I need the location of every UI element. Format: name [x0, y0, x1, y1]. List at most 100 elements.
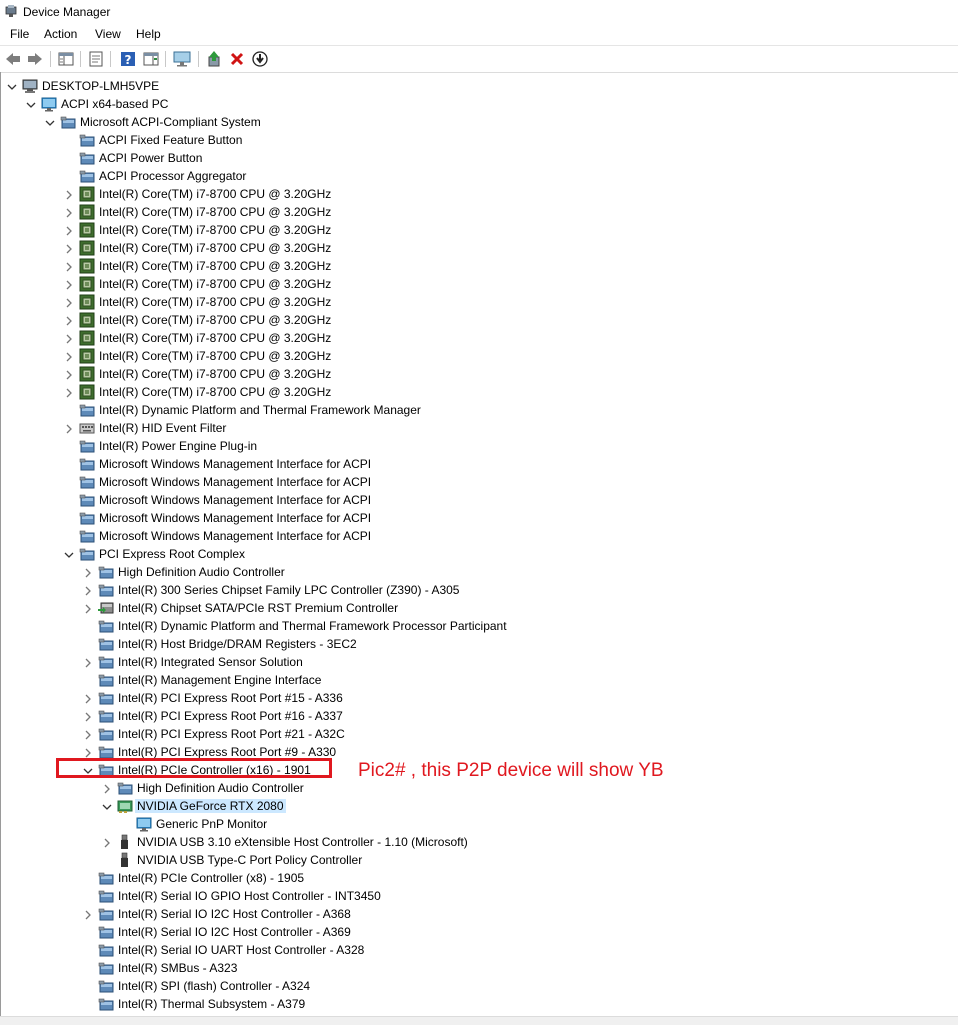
tree-node[interactable]: Intel(R) Host Bridge/DRAM Registers - 3E…: [1, 635, 901, 653]
tree-node[interactable]: Microsoft Windows Management Interface f…: [1, 455, 901, 473]
tree-node-label[interactable]: Intel(R) Core(TM) i7-8700 CPU @ 3.20GHz: [99, 367, 331, 381]
tree-node[interactable]: Intel(R) Core(TM) i7-8700 CPU @ 3.20GHz: [1, 311, 901, 329]
tree-node[interactable]: NVIDIA USB Type-C Port Policy Controller: [1, 851, 901, 869]
tree-node[interactable]: Intel(R) Core(TM) i7-8700 CPU @ 3.20GHz: [1, 221, 901, 239]
tree-node[interactable]: Intel(R) Dynamic Platform and Thermal Fr…: [1, 401, 901, 419]
tree-node[interactable]: Intel(R) Thermal Subsystem - A379: [1, 995, 901, 1013]
tree-node[interactable]: Intel(R) Core(TM) i7-8700 CPU @ 3.20GHz: [1, 275, 901, 293]
tree-node-label[interactable]: Intel(R) Serial IO GPIO Host Controller …: [118, 889, 381, 903]
tree-node-label[interactable]: Intel(R) Core(TM) i7-8700 CPU @ 3.20GHz: [99, 313, 331, 327]
chevron-right-icon[interactable]: [64, 369, 74, 380]
chevron-right-icon[interactable]: [83, 711, 93, 722]
tree-node-label[interactable]: Intel(R) Serial IO I2C Host Controller -…: [118, 907, 351, 921]
tree-node[interactable]: Intel(R) HID Event Filter: [1, 419, 901, 437]
tree-node-label[interactable]: Intel(R) Integrated Sensor Solution: [118, 655, 303, 669]
tree-node[interactable]: Intel(R) SMBus - A323: [1, 959, 901, 977]
tree-node[interactable]: ACPI Processor Aggregator: [1, 167, 901, 185]
tree-node-label[interactable]: ACPI Processor Aggregator: [99, 169, 246, 183]
tree-node-label[interactable]: Intel(R) PCI Express Root Port #21 - A32…: [118, 727, 345, 741]
tree-node[interactable]: Intel(R) Core(TM) i7-8700 CPU @ 3.20GHz: [1, 257, 901, 275]
tree-node-label[interactable]: Intel(R) Serial IO I2C Host Controller -…: [118, 925, 351, 939]
tree-node[interactable]: Intel(R) PCI Express Root Port #16 - A33…: [1, 707, 901, 725]
chevron-right-icon[interactable]: [64, 333, 74, 344]
chevron-right-icon[interactable]: [64, 189, 74, 200]
disable-device-icon[interactable]: [251, 50, 269, 68]
tree-node-label[interactable]: Intel(R) SPI (flash) Controller - A324: [118, 979, 310, 993]
tree-node[interactable]: Intel(R) Core(TM) i7-8700 CPU @ 3.20GHz: [1, 365, 901, 383]
tree-node[interactable]: Intel(R) PCI Express Root Port #15 - A33…: [1, 689, 901, 707]
tree-node[interactable]: Intel(R) Core(TM) i7-8700 CPU @ 3.20GHz: [1, 347, 901, 365]
chevron-right-icon[interactable]: [64, 207, 74, 218]
show-hide-console-tree-icon[interactable]: [57, 50, 75, 68]
tree-node-label[interactable]: ACPI x64-based PC: [61, 97, 168, 111]
tree-node-label[interactable]: Intel(R) HID Event Filter: [99, 421, 226, 435]
tree-node[interactable]: Microsoft ACPI-Compliant System: [1, 113, 901, 131]
chevron-down-icon[interactable]: [26, 99, 36, 109]
tree-node-label[interactable]: Intel(R) Core(TM) i7-8700 CPU @ 3.20GHz: [99, 331, 331, 345]
tree-node-label[interactable]: High Definition Audio Controller: [118, 565, 285, 579]
tree-node-label[interactable]: Intel(R) Chipset SATA/PCIe RST Premium C…: [118, 601, 398, 615]
tree-node-label[interactable]: Intel(R) Core(TM) i7-8700 CPU @ 3.20GHz: [99, 241, 331, 255]
tree-node-label[interactable]: Intel(R) Core(TM) i7-8700 CPU @ 3.20GHz: [99, 277, 331, 291]
tree-node-label[interactable]: Microsoft ACPI-Compliant System: [80, 115, 261, 129]
tree-node-label[interactable]: Intel(R) 300 Series Chipset Family LPC C…: [118, 583, 459, 597]
tree-node-label[interactable]: Intel(R) Host Bridge/DRAM Registers - 3E…: [118, 637, 357, 651]
tree-node[interactable]: Intel(R) Power Engine Plug-in: [1, 437, 901, 455]
properties-icon[interactable]: [87, 50, 105, 68]
tree-node-label[interactable]: Intel(R) SMBus - A323: [118, 961, 237, 975]
chevron-right-icon[interactable]: [64, 243, 74, 254]
tree-node[interactable]: PCI Express Root Complex: [1, 545, 901, 563]
chevron-down-icon[interactable]: [45, 117, 55, 127]
chevron-right-icon[interactable]: [83, 909, 93, 920]
chevron-right-icon[interactable]: [102, 837, 112, 848]
tree-node-label[interactable]: DESKTOP-LMH5VPE: [42, 79, 159, 93]
menu-file[interactable]: File: [10, 27, 29, 41]
chevron-right-icon[interactable]: [64, 279, 74, 290]
uninstall-device-icon[interactable]: [228, 50, 246, 68]
tree-node-label[interactable]: Microsoft Windows Management Interface f…: [99, 493, 371, 507]
tree-node[interactable]: Intel(R) Management Engine Interface: [1, 671, 901, 689]
chevron-right-icon[interactable]: [64, 297, 74, 308]
tree-node[interactable]: NVIDIA GeForce RTX 2080: [1, 797, 901, 815]
help-icon[interactable]: ?: [119, 50, 137, 68]
tree-node-label[interactable]: High Definition Audio Controller: [137, 781, 304, 795]
chevron-right-icon[interactable]: [64, 225, 74, 236]
tree-node-label[interactable]: NVIDIA USB Type-C Port Policy Controller: [137, 853, 362, 867]
menu-help[interactable]: Help: [136, 27, 161, 41]
chevron-right-icon[interactable]: [83, 603, 93, 614]
tree-node[interactable]: Intel(R) Core(TM) i7-8700 CPU @ 3.20GHz: [1, 329, 901, 347]
chevron-right-icon[interactable]: [83, 729, 93, 740]
tree-node[interactable]: Intel(R) Serial IO UART Host Controller …: [1, 941, 901, 959]
tree-node[interactable]: Intel(R) Core(TM) i7-8700 CPU @ 3.20GHz: [1, 203, 901, 221]
update-driver-icon[interactable]: [205, 50, 223, 68]
chevron-right-icon[interactable]: [83, 567, 93, 578]
tree-node[interactable]: ACPI x64-based PC: [1, 95, 901, 113]
menu-action[interactable]: Action: [44, 27, 77, 41]
tree-node-label[interactable]: Intel(R) PCIe Controller (x8) - 1905: [118, 871, 304, 885]
tree-node-label[interactable]: Intel(R) PCI Express Root Port #9 - A330: [118, 745, 336, 759]
tree-node[interactable]: Intel(R) Core(TM) i7-8700 CPU @ 3.20GHz: [1, 185, 901, 203]
chevron-down-icon[interactable]: [64, 549, 74, 559]
chevron-down-icon[interactable]: [102, 801, 112, 811]
tree-node-label[interactable]: Microsoft Windows Management Interface f…: [99, 511, 371, 525]
tree-node[interactable]: Microsoft Windows Management Interface f…: [1, 473, 901, 491]
tree-node-label[interactable]: Intel(R) Core(TM) i7-8700 CPU @ 3.20GHz: [99, 385, 331, 399]
tree-node-label[interactable]: NVIDIA GeForce RTX 2080: [135, 799, 286, 813]
chevron-right-icon[interactable]: [64, 423, 74, 434]
tree-node-label[interactable]: PCI Express Root Complex: [99, 547, 245, 561]
tree-node[interactable]: Intel(R) Core(TM) i7-8700 CPU @ 3.20GHz: [1, 239, 901, 257]
tree-node[interactable]: Intel(R) PCIe Controller (x8) - 1905: [1, 869, 901, 887]
tree-node[interactable]: Generic PnP Monitor: [1, 815, 901, 833]
chevron-right-icon[interactable]: [83, 657, 93, 668]
tree-node[interactable]: Intel(R) Core(TM) i7-8700 CPU @ 3.20GHz: [1, 383, 901, 401]
tree-node[interactable]: Intel(R) Integrated Sensor Solution: [1, 653, 901, 671]
tree-node[interactable]: Intel(R) Dynamic Platform and Thermal Fr…: [1, 617, 901, 635]
tree-node-label[interactable]: Intel(R) Core(TM) i7-8700 CPU @ 3.20GHz: [99, 223, 331, 237]
chevron-right-icon[interactable]: [64, 315, 74, 326]
chevron-down-icon[interactable]: [7, 81, 17, 91]
tree-node[interactable]: Intel(R) Serial IO I2C Host Controller -…: [1, 905, 901, 923]
tree-node[interactable]: Intel(R) PCI Express Root Port #21 - A32…: [1, 725, 901, 743]
tree-node[interactable]: Microsoft Windows Management Interface f…: [1, 509, 901, 527]
chevron-right-icon[interactable]: [83, 585, 93, 596]
tree-node-label[interactable]: ACPI Fixed Feature Button: [99, 133, 242, 147]
